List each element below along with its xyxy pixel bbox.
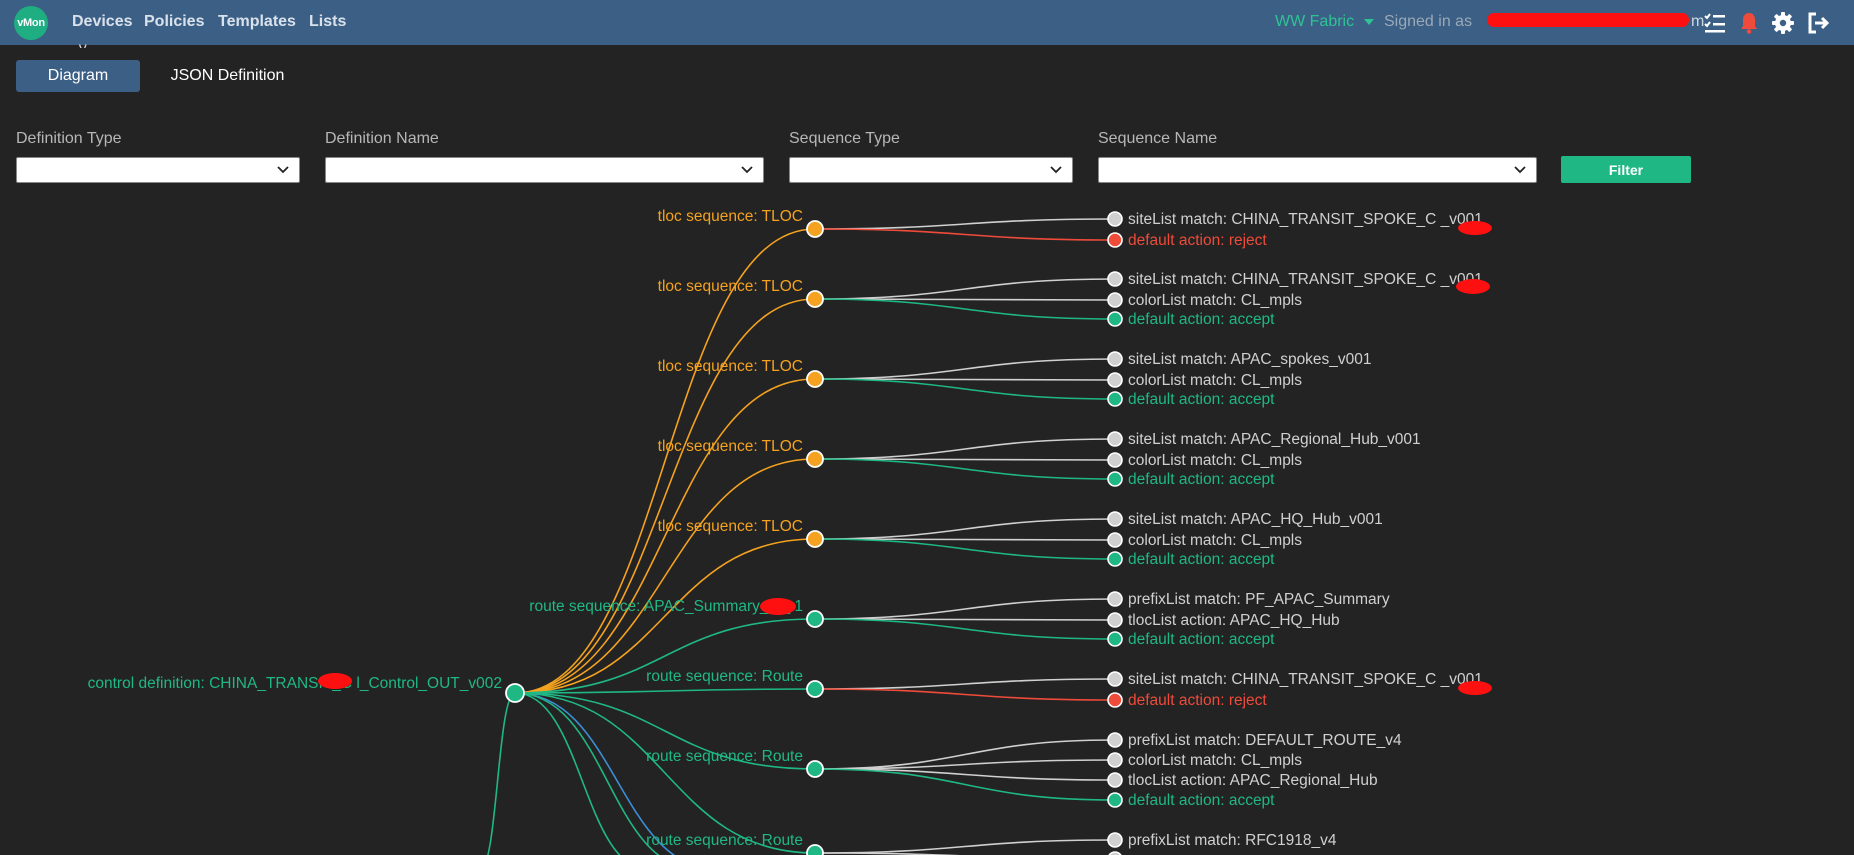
sequence-node [806,844,824,855]
sequence-node [806,530,824,548]
leaf-node [1107,391,1123,407]
leaf-label: default action: accept [1128,311,1275,328]
tree-link [814,278,1116,300]
tree-link [814,358,1116,380]
sequence-label: route sequence: Route [646,832,803,849]
leaf-node [1107,211,1123,227]
sequence-node [806,370,824,388]
tree-link [814,378,1116,400]
tree-link [814,598,1116,620]
sequence-node [806,220,824,238]
leaf-label: tlocList action: APAC_Regional_Hub [1128,772,1378,789]
tree-link [814,839,1116,854]
sequence-label: route sequence: Route [646,748,803,765]
leaf-node [1107,452,1123,468]
leaf-node [1107,591,1123,607]
leaf-label: default action: reject [1128,232,1267,249]
tree-link [486,692,516,855]
tree-link [814,688,1116,701]
redaction-mark [1456,279,1490,294]
sequence-node [806,290,824,308]
leaf-node [1107,372,1123,388]
sequence-node [806,680,824,698]
tree-link [814,538,1116,560]
tree-link [514,378,816,694]
sequence-label: tloc sequence: TLOC [658,518,803,535]
tree-link [814,218,1116,230]
leaf-node [1107,351,1123,367]
tree-link [814,438,1116,460]
sequence-node [806,450,824,468]
sequence-node [806,610,824,628]
tree-link [514,692,676,855]
leaf-label: default action: reject [1128,692,1267,709]
leaf-node [1107,431,1123,447]
leaf-node [1107,471,1123,487]
sequence-label: tloc sequence: TLOC [658,278,803,295]
leaf-node [1107,671,1123,687]
leaf-label: prefixList match: RFC1918_v4 [1128,832,1337,849]
tree-link [514,228,816,694]
sequence-label: route sequence: Route [646,668,803,685]
tree-link [514,692,816,854]
leaf-label: siteList match: APAC_HQ_Hub_v001 [1128,511,1383,528]
leaf-label: colorList match: CL_mpls [1128,532,1302,549]
sequence-node [806,760,824,778]
tree-link [814,618,1116,640]
leaf-node [1107,232,1123,248]
leaf-node [1107,832,1123,848]
tree-link [814,518,1116,540]
leaf-node [1107,692,1123,708]
leaf-node [1107,551,1123,567]
leaf-label: siteList match: APAC_spokes_v001 [1128,351,1372,368]
leaf-label: siteList match: APAC_Regional_Hub_v001 [1128,431,1421,448]
leaf-label: colorList match: CL_mpls [1128,372,1302,389]
sequence-label: tloc sequence: TLOC [658,358,803,375]
leaf-node [1107,311,1123,327]
sequence-label: tloc sequence: TLOC [658,208,803,225]
leaf-label: default action: accept [1128,391,1275,408]
leaf-node [1107,271,1123,287]
leaf-label: siteList match: CHINA_TRANSIT_SPOKE_C _v… [1128,271,1483,288]
leaf-label: prefixList match: PF_APAC_Summary [1128,591,1390,608]
leaf-node [1107,792,1123,808]
tree-link [814,768,1116,801]
leaf-label: siteList match: CHINA_TRANSIT_SPOKE_C _v… [1128,211,1483,228]
tree-link [514,692,621,855]
leaf-label: prefixList match: DEFAULT_ROUTE_v4 [1128,732,1402,749]
tree-link [814,458,1116,480]
leaf-label: default action: accept [1128,471,1275,488]
tree-link [814,298,1116,320]
leaf-node [1107,752,1123,768]
leaf-node [1107,732,1123,748]
leaf-node [1107,612,1123,628]
redaction-mark [760,598,796,615]
leaf-node [1107,511,1123,527]
tree-nodes: siteList match: CHINA_TRANSIT_SPOKE_C _v… [88,208,1492,855]
root-node [505,683,525,703]
tree-link [814,228,1116,241]
redaction-mark [1458,681,1492,695]
leaf-label: default action: accept [1128,792,1275,809]
leaf-node [1107,532,1123,548]
leaf-label: siteList match: CHINA_TRANSIT_SPOKE_C _v… [1128,671,1483,688]
leaf-label: colorList match: CL_mpls [1128,292,1302,309]
leaf-label: tlocList action: APAC_HQ_Hub [1128,612,1340,629]
leaf-label: colorList match: CL_mpls [1128,452,1302,469]
tree-link [514,692,660,855]
leaf-label: colorList match: CL_mpls [1128,752,1302,769]
redaction-mark [318,673,352,689]
policy-tree-diagram: siteList match: CHINA_TRANSIT_SPOKE_C _v… [88,208,1492,855]
redaction-mark [1458,221,1492,235]
root-label: control definition: CHINA_TRANSIT_C l_Co… [88,675,502,692]
leaf-node [1107,292,1123,308]
leaf-label: default action: accept [1128,551,1275,568]
leaf-node [1107,631,1123,647]
sequence-label: tloc sequence: TLOC [658,438,803,455]
tree-link [814,678,1116,690]
leaf-label: default action: accept [1128,631,1275,648]
leaf-node [1107,772,1123,788]
